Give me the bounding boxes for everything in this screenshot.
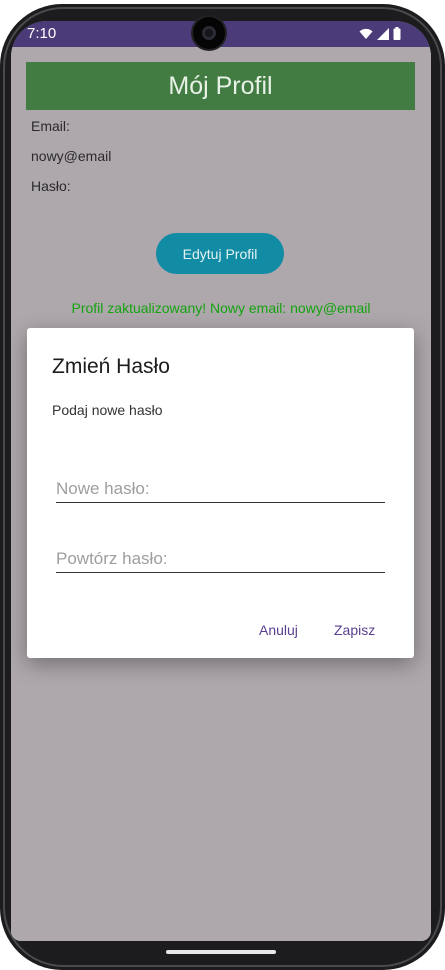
front-camera xyxy=(193,17,225,49)
edit-profile-button[interactable]: Edytuj Profil xyxy=(156,233,284,274)
status-icons xyxy=(359,27,401,40)
change-password-dialog: Zmień Hasło Podaj nowe hasło Anuluj Zapi… xyxy=(27,328,414,658)
dialog-title: Zmień Hasło xyxy=(52,355,170,378)
wifi-icon xyxy=(359,28,373,40)
status-time: 7:10 xyxy=(27,25,57,42)
page-title: Mój Profil xyxy=(168,71,273,100)
success-message: Profil zaktualizowany! Nowy email: nowy@… xyxy=(71,300,371,316)
save-button[interactable]: Zapisz xyxy=(334,622,375,638)
new-password-input[interactable] xyxy=(56,475,385,503)
cancel-button[interactable]: Anuluj xyxy=(259,622,298,638)
password-label: Hasło: xyxy=(31,178,71,194)
repeat-password-input[interactable] xyxy=(56,545,385,573)
email-label: Email: xyxy=(31,118,70,134)
signal-icon xyxy=(377,27,389,40)
phone-frame: 7:10 Mój Profil Email: nowy@email Hasło:… xyxy=(0,0,445,970)
home-gesture-bar[interactable] xyxy=(166,950,276,954)
email-value: nowy@email xyxy=(31,148,112,164)
device-screen: 7:10 Mój Profil Email: nowy@email Hasło:… xyxy=(11,21,431,941)
profile-header: Mój Profil xyxy=(26,62,415,110)
dialog-message: Podaj nowe hasło xyxy=(52,402,163,418)
battery-icon xyxy=(393,27,401,40)
